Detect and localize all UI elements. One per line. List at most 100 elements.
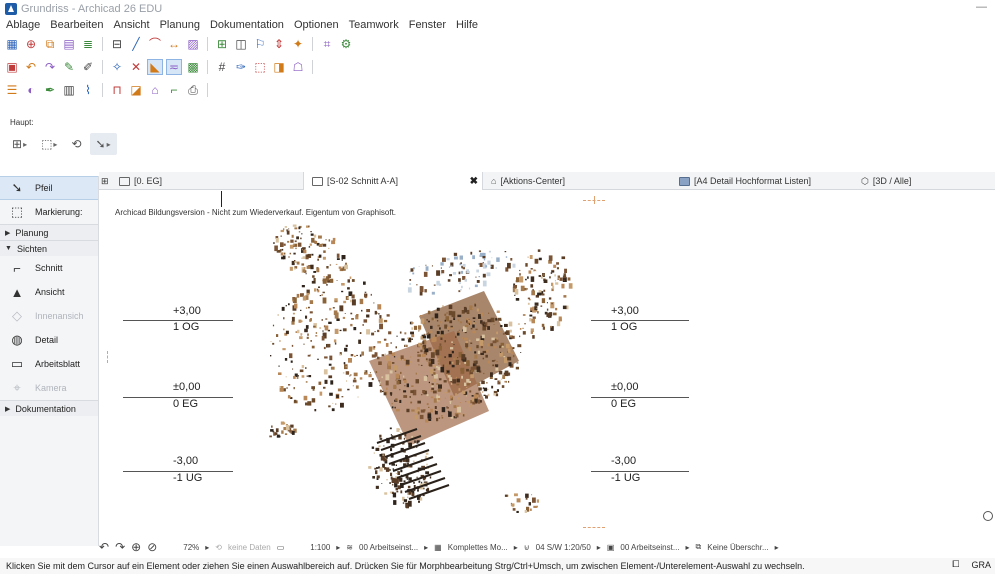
menu-teamwork[interactable]: Teamwork [349,19,399,31]
section-dokumentation[interactable]: ▶ Dokumentation [0,400,98,416]
layer-combo-value[interactable]: 00 Arbeitseinst... [359,543,418,552]
chevron-right-icon[interactable]: ▸ [424,543,428,552]
layers-icon[interactable]: ☰ [4,82,20,98]
tab-section-a-a[interactable]: [S-02 Schnitt A-A] ✖ [303,172,483,190]
graphisoft-id-label[interactable]: GRA [971,560,991,570]
zoom-icon[interactable]: ⊕ [23,36,39,52]
marquee-type-button[interactable]: ⬚ ▸ [35,133,63,155]
menu-dokumentation[interactable]: Dokumentation [210,19,284,31]
orientation-icon[interactable]: ⟲ [215,543,222,552]
pen-set-icon[interactable]: ✒ [42,82,58,98]
undo-zoom-icon[interactable]: ↶ [99,540,109,554]
tab-3d[interactable]: ⬡ [3D / Alle] [861,172,911,190]
trace-icon[interactable]: ◨ [271,59,287,75]
stair-icon[interactable]: ≣ [80,36,96,52]
tool-arbeitsblatt[interactable]: ▭ Arbeitsblatt [0,352,98,376]
delete-icon[interactable]: ✕ [128,59,144,75]
menu-bearbeiten[interactable]: Bearbeiten [50,19,103,31]
window-restore-icon[interactable]: ⧠ [952,559,959,570]
section-viewport[interactable]: Archicad Bildungsversion - Nicht zum Wie… [99,191,995,536]
tab-floor-plan[interactable]: [0. EG] [115,172,162,190]
graphic-override-value[interactable]: 00 Arbeitseinst... [620,543,679,552]
tool-ansicht[interactable]: ▲ Ansicht [0,280,98,304]
tool-pfeil[interactable]: ➘ Pfeil [0,176,98,200]
save-icon[interactable]: ▣ [4,59,20,75]
fill-pattern-icon[interactable]: ▩ [185,59,201,75]
selection-method-button[interactable]: ⊞ ▸ [6,133,33,155]
chevron-right-icon[interactable]: ▸ [205,543,209,552]
model-view-icon[interactable]: ▥ [61,82,77,98]
menu-planung[interactable]: Planung [160,19,200,31]
tool-markierung[interactable]: ⬚ Markierung: [0,200,98,224]
line-icon[interactable]: ╱ [128,36,144,52]
point-cloud-model[interactable] [219,211,599,536]
renovation-filter-icon[interactable]: ⌇ [80,82,96,98]
orbit-handle-icon[interactable] [983,511,993,521]
wall-icon[interactable]: ▤ [61,36,77,52]
graphic-override-icon[interactable]: ◐ [23,82,39,98]
tool-detail[interactable]: ◍ Detail [0,328,98,352]
tab-layout-detail[interactable]: [A4 Detail Hochformat Listen] [679,172,811,190]
layout-grid-icon[interactable]: ▦ [4,36,20,52]
tool-innenansicht[interactable]: ◇ Innenansich [0,304,98,328]
redo-zoom-icon[interactable]: ↷ [115,540,125,554]
pen-set-value[interactable]: 04 S/W 1:20/50 [536,543,591,552]
stamp-icon[interactable]: ☖ [290,59,306,75]
tool-schnitt[interactable]: ⌐ Schnitt [0,256,98,280]
view-icon[interactable]: ◫ [233,36,249,52]
story-icon[interactable]: ⌂ [147,82,163,98]
window-icon[interactable]: ⊟ [109,36,125,52]
chevron-right-icon[interactable]: ▸ [775,543,779,552]
menu-hilfe[interactable]: Hilfe [456,19,478,31]
rotate-view-button[interactable]: ⟲ [65,133,87,155]
section-icon[interactable]: ⌐ [166,82,182,98]
snap-icon[interactable]: ⌗ [319,36,335,52]
tab-navigator-toggle[interactable]: ⊞ [101,172,109,190]
point-cloud-point [335,403,337,405]
redo-icon[interactable]: ↷ [42,59,58,75]
chevron-right-icon[interactable]: ▸ [597,543,601,552]
settings-icon[interactable]: ⚙ [338,36,354,52]
pen-icon[interactable]: ✐ [80,59,96,75]
menu-fenster[interactable]: Fenster [409,19,446,31]
tool-kamera[interactable]: ⌖ Kamera [0,376,98,400]
brush-icon[interactable]: ✑ [233,59,249,75]
tab-action-center[interactable]: ⌂ [Aktions-Center] [491,172,565,190]
menu-ansicht[interactable]: Ansicht [113,19,149,31]
push-pull-icon[interactable]: ⇕ [271,36,287,52]
dimension-icon[interactable]: ↔ [166,36,182,52]
chevron-right-icon[interactable]: ▸ [686,543,690,552]
section-planung[interactable]: ▶ Planung [0,224,98,240]
scale-value[interactable]: 1:100 [310,543,330,552]
floor-icon[interactable]: ⊞ [214,36,230,52]
orientation-value[interactable]: keine Daten [228,543,271,552]
grid-icon[interactable]: # [214,59,230,75]
arc-icon[interactable]: ⌒ [147,36,163,52]
line-style-icon[interactable]: ≂ [166,59,182,75]
arrange-icon[interactable]: ⧉ [42,36,58,52]
marquee-icon[interactable]: ⬚ [252,59,268,75]
pointer-mode-button[interactable]: ➘ ▸ [89,133,117,155]
zoom-in-icon[interactable]: ⊕ [131,540,141,554]
teamwork-icon[interactable]: ⚐ [252,36,268,52]
section-sichten[interactable]: ▼ Sichten [0,240,98,256]
pick-icon[interactable]: ✎ [61,59,77,75]
fill-icon[interactable]: ▨ [185,36,201,52]
renovation-value[interactable]: Keine Überschr... [707,543,768,552]
menu-ablage[interactable]: Ablage [6,19,40,31]
minimize-icon[interactable]: — [976,1,987,13]
model-view-value[interactable]: Komplettes Mo... [448,543,508,552]
zoom-level[interactable]: 72% [183,543,199,552]
magic-wand-icon[interactable]: ✧ [109,59,125,75]
undo-icon[interactable]: ↶ [23,59,39,75]
chevron-right-icon[interactable]: ▸ [514,543,518,552]
structure-icon[interactable]: ⊓ [109,82,125,98]
arrow-icon[interactable]: ◣ [147,59,163,75]
fit-in-window-icon[interactable]: ⊘ [147,540,157,554]
menu-optionen[interactable]: Optionen [294,19,339,31]
partial-display-icon[interactable]: ◪ [128,82,144,98]
chevron-right-icon[interactable]: ▸ [336,543,340,552]
renovation-icon[interactable]: ✦ [290,36,306,52]
publisher-icon[interactable]: ⎙ [185,82,201,98]
close-icon[interactable]: ✖ [470,176,478,187]
